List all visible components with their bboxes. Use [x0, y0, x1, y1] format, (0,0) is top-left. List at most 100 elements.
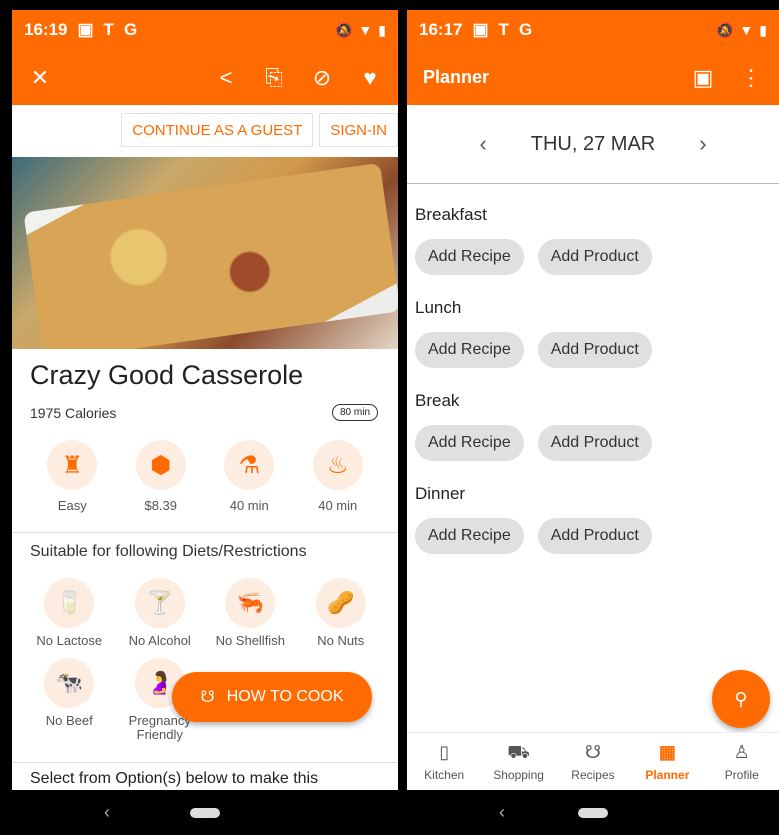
person-icon: ♙ — [733, 741, 750, 762]
add-product-button[interactable]: Add Product — [537, 518, 652, 554]
calendar-icon[interactable]: ▣ — [691, 65, 715, 90]
add-recipe-button[interactable]: Add Recipe — [415, 332, 524, 368]
search-fab-button[interactable]: ⚲ — [712, 670, 770, 728]
diet-no-shellfish: 🦐 No Shellfish — [205, 578, 296, 648]
sign-in-button[interactable]: SIGN-IN — [319, 113, 398, 147]
back-icon[interactable]: ‹ — [499, 802, 505, 823]
diet-label: No Shellfish — [215, 633, 285, 648]
share-icon[interactable]: < — [214, 65, 238, 90]
home-pill-icon[interactable] — [578, 807, 608, 818]
tab-label: Profile — [724, 767, 759, 782]
stat-label: Easy — [57, 498, 87, 513]
add-product-button[interactable]: Add Product — [537, 425, 652, 461]
diet-no-lactose: 🥛 No Lactose — [24, 578, 115, 648]
current-date: THU, 27 MAR — [530, 132, 656, 155]
cow-icon: 🐄 — [44, 658, 95, 708]
tab-kitchen[interactable]: ▯ Kitchen — [409, 742, 479, 782]
stat-cost: ⬢ $8.39 — [121, 440, 201, 513]
cooking-pot-icon: ♨ — [312, 440, 363, 490]
chevron-right-icon[interactable]: › — [699, 131, 706, 157]
add-to-planner-icon[interactable]: ⎘ — [262, 65, 286, 90]
total-time-badge: 80 min — [331, 404, 378, 421]
wifi-icon: ▼ — [739, 22, 754, 38]
recipe-screen: 16:19 ▣ T G 🔕 ▼ ▮ ✕ < ⎘ ⊘ ♥ CONTINUE AS … — [12, 10, 398, 835]
recipe-title: Crazy Good Casserole — [30, 360, 304, 390]
tab-shopping[interactable]: ⛟ Shopping — [484, 742, 554, 782]
stat-label: 40 min — [318, 498, 358, 513]
page-title: Planner — [423, 67, 490, 87]
tab-label: Kitchen — [424, 767, 465, 782]
meal-breakfast: Breakfast Add Recipe Add Product — [407, 205, 779, 275]
tab-profile[interactable]: ♙ Profile — [707, 742, 777, 782]
recipe-toolbar: ✕ < ⎘ ⊘ ♥ — [12, 50, 398, 105]
close-icon[interactable]: ✕ — [28, 65, 52, 90]
add-recipe-button[interactable]: Add Recipe — [415, 518, 524, 554]
meal-title: Dinner — [415, 484, 466, 503]
how-to-cook-button[interactable]: ☋ HOW TO COOK — [172, 672, 372, 722]
back-icon[interactable]: ‹ — [104, 802, 110, 823]
tab-label: Shopping — [493, 767, 544, 782]
system-nav-bar: ‹ — [407, 790, 779, 835]
diet-label: No Lactose — [36, 633, 103, 648]
calendar-icon: ▦ — [658, 741, 676, 762]
chef-hat-icon: ♜ — [47, 440, 98, 490]
meal-dinner: Dinner Add Recipe Add Product — [407, 484, 779, 554]
block-icon[interactable]: ⊘ — [310, 65, 334, 90]
meal-break: Break Add Recipe Add Product — [407, 391, 779, 461]
date-navigator: ‹ THU, 27 MAR › — [407, 105, 779, 183]
diet-no-nuts: 🥜 No Nuts — [296, 578, 387, 648]
fridge-icon: ▯ — [439, 741, 450, 762]
meal-lunch: Lunch Add Recipe Add Product — [407, 298, 779, 368]
more-options-icon[interactable]: ⋮ — [739, 65, 763, 90]
chef-hat-icon: ☋ — [200, 689, 215, 706]
chef-hat-icon: ☋ — [584, 741, 601, 762]
divider — [407, 183, 779, 184]
gallery-notification-icon: ▣ — [77, 20, 94, 39]
tab-label: Planner — [645, 767, 690, 782]
recipe-stats: ♜ Easy ⬢ $8.39 ⚗ 40 min ♨ 40 min — [12, 440, 398, 513]
t-notification-icon: T — [103, 20, 114, 39]
add-product-button[interactable]: Add Product — [537, 332, 652, 368]
meal-title: Lunch — [415, 298, 462, 317]
cocktail-glass-icon: 🍸 — [134, 578, 185, 628]
price-tag-icon: ⬢ — [135, 440, 186, 490]
gallery-notification-icon: ▣ — [472, 20, 489, 39]
bottom-navigation: ▯ Kitchen ⛟ Shopping ☋ Recipes ▦ Planner… — [407, 732, 779, 790]
status-time: 16:19 — [24, 20, 68, 39]
stat-cook-time: ♨ 40 min — [298, 440, 378, 513]
shrimp-icon: 🦐 — [225, 578, 276, 628]
divider — [12, 532, 398, 533]
system-nav-bar: ‹ — [12, 790, 398, 835]
tab-label: Recipes — [571, 767, 615, 782]
stat-label: $8.39 — [144, 498, 178, 513]
how-to-cook-label: HOW TO COOK — [226, 688, 344, 705]
status-time: 16:17 — [419, 20, 463, 39]
tab-planner[interactable]: ▦ Planner — [632, 742, 702, 782]
diet-no-beef: 🐄 No Beef — [24, 658, 115, 742]
stat-prep-time: ⚗ 40 min — [209, 440, 289, 513]
battery-icon: ▮ — [759, 21, 767, 38]
diet-label: No Nuts — [317, 633, 365, 648]
add-recipe-button[interactable]: Add Recipe — [415, 239, 524, 275]
add-product-button[interactable]: Add Product — [537, 239, 652, 275]
meal-title: Breakfast — [415, 205, 487, 224]
status-bar: 16:17 ▣ T G 🔕 ▼ ▮ — [407, 10, 779, 50]
wifi-icon: ▼ — [358, 22, 373, 38]
diets-title: Suitable for following Diets/Restriction… — [30, 543, 307, 560]
home-pill-icon[interactable] — [190, 807, 220, 818]
auth-bar: CONTINUE AS A GUEST SIGN-IN — [12, 105, 398, 155]
chevron-left-icon[interactable]: ‹ — [479, 131, 486, 157]
favorite-heart-icon[interactable]: ♥ — [358, 65, 382, 90]
g-notification-icon: G — [123, 20, 138, 39]
g-notification-icon: G — [518, 20, 533, 39]
tab-recipes[interactable]: ☋ Recipes — [558, 742, 628, 782]
continue-as-guest-button[interactable]: CONTINUE AS A GUEST — [121, 113, 314, 147]
recipe-photo — [12, 157, 398, 349]
mortar-icon: ⚗ — [224, 440, 275, 490]
diet-label: No Alcohol — [128, 633, 191, 648]
status-bar: 16:19 ▣ T G 🔕 ▼ ▮ — [12, 10, 398, 50]
add-recipe-button[interactable]: Add Recipe — [415, 425, 524, 461]
peanut-icon: 🥜 — [315, 578, 366, 628]
system-status-icons: 🔕 ▼ ▮ — [335, 22, 386, 39]
mute-icon: 🔕 — [334, 21, 353, 38]
